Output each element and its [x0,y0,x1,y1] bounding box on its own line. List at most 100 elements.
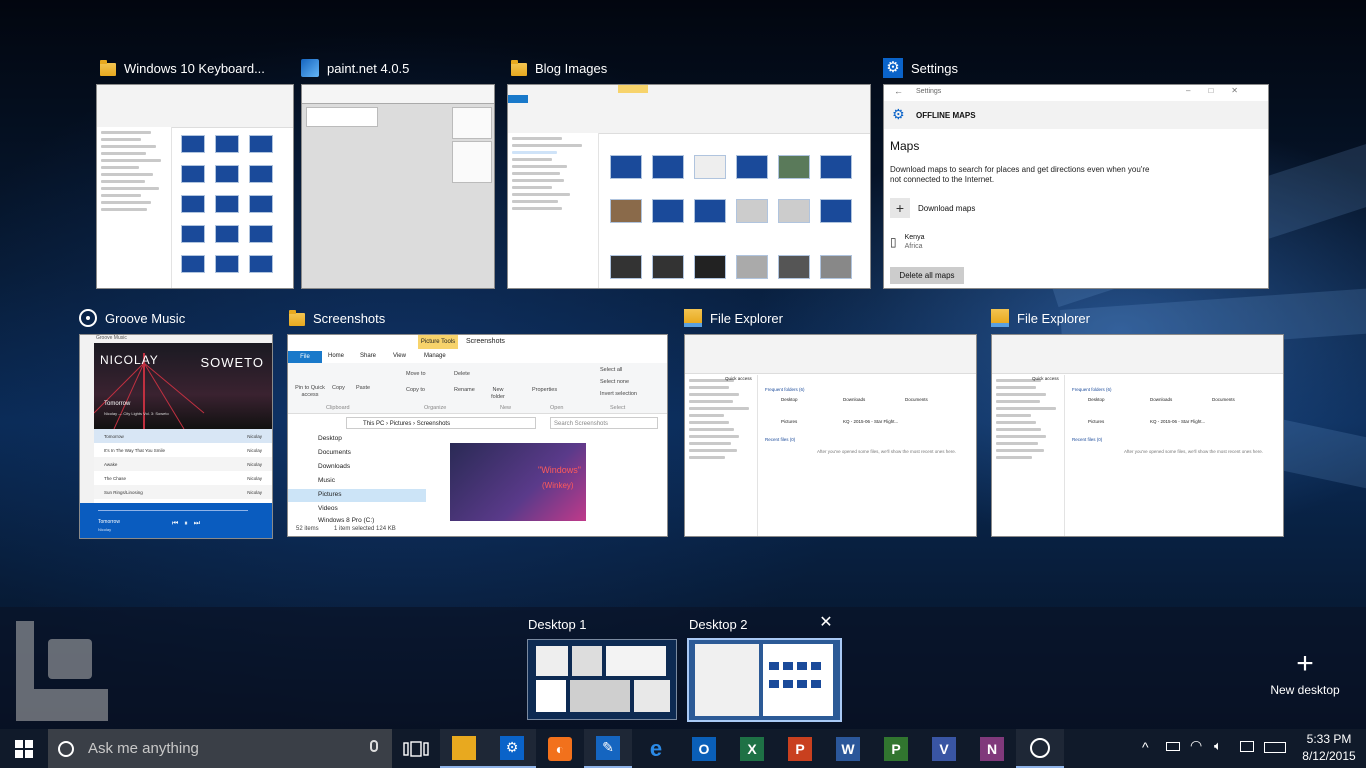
task-view-window-keyboard-folder[interactable]: Windows 10 Keyboard... [96,56,294,289]
copy-button[interactable]: Copy [332,385,345,391]
action-center-icon[interactable] [1240,741,1254,752]
paintnet-taskbar-button[interactable]: ✎ [584,729,632,768]
delete-button[interactable]: Delete [454,371,470,377]
window-thumbnail[interactable] [301,84,495,289]
nav-item-pictures[interactable]: Pictures [318,491,341,498]
start-button[interactable] [0,729,48,768]
battery-icon[interactable] [1166,742,1180,751]
cortana-search-box[interactable]: Ask me anything [48,729,392,768]
folder-desktop[interactable]: Desktop [1088,397,1105,402]
settings-taskbar-button[interactable]: ⚙ [488,729,536,768]
folder-icon [100,59,116,76]
window-title: Groove Music [105,310,186,326]
window-thumbnail[interactable]: Picture Tools Screenshots File Home Shar… [287,334,668,537]
search-placeholder: Ask me anything [88,740,199,757]
firefox-taskbar-button[interactable]: ◐ [536,729,584,768]
move-to-button[interactable]: Move to [406,371,426,377]
nav-item-downloads[interactable]: Downloads [318,463,350,470]
task-view-window-file-explorer-2[interactable]: File Explorer Quick access Frequent fold… [991,306,1284,538]
search-input[interactable]: Search Screenshots [550,417,658,429]
window-thumbnail[interactable]: Quick access Frequent folders (6) Deskto… [991,334,1284,537]
select-none-button[interactable]: Select none [600,379,629,385]
desktop-2-thumbnail[interactable] [687,638,842,722]
folder-desktop[interactable]: Desktop [781,397,798,402]
folder-downloads[interactable]: Downloads [843,397,865,402]
folder-downloads[interactable]: Downloads [1150,397,1172,402]
invert-selection-button[interactable]: Invert selection [600,391,637,397]
select-all-button[interactable]: Select all [600,367,622,373]
onenote-taskbar-button[interactable]: N [968,729,1016,768]
player-controls[interactable]: ⏮⏸⏭ [172,520,206,528]
track-row[interactable]: Awake Nicolay [94,457,272,471]
groove-taskbar-button[interactable] [1016,729,1064,768]
microphone-icon[interactable] [370,740,378,752]
task-view-window-blog-images[interactable]: Blog Images [507,56,871,289]
screenshot-preview[interactable]: "Windows" (Winkey) [450,443,586,521]
keyboard-icon[interactable] [1264,742,1286,753]
clock[interactable]: 5:33 PM 8/12/2015 [1294,732,1364,763]
tab-share[interactable]: Share [360,353,376,359]
volume-icon[interactable]: 🔈︎ [1214,738,1222,754]
track-row[interactable]: Sun Rings/Linosing Nicolay [94,485,272,499]
map-item-kenya[interactable]: ▯ Kenya Africa [890,231,924,253]
tab-manage[interactable]: Manage [424,353,446,359]
window-title: Windows 10 Keyboard... [124,60,265,76]
folder-pictures[interactable]: Pictures [781,419,797,424]
word-taskbar-button[interactable]: W [824,729,872,768]
download-maps-button[interactable]: + Download maps [890,197,975,219]
new-folder-button[interactable]: New folder [488,387,508,401]
task-view-window-screenshots[interactable]: Screenshots Picture Tools Screenshots Fi… [287,306,668,538]
window-thumbnail[interactable]: Quick access Frequent folders (6) Deskto… [684,334,977,537]
player-bar[interactable]: Tomorrow Nicolay ⏮⏸⏭ [80,503,272,538]
tab-home[interactable]: Home [328,353,344,359]
paste-button[interactable]: Paste [356,385,370,391]
plus-icon: + [890,198,910,218]
nav-item-videos[interactable]: Videos [318,505,338,512]
map-icon: ▯ [890,235,897,249]
rename-button[interactable]: Rename [454,387,475,393]
task-view-window-paintnet[interactable]: paint.net 4.0.5 [301,56,495,289]
delete-all-maps-button[interactable]: Delete all maps [890,267,964,284]
address-bar[interactable]: This PC › Pictures › Screenshots [346,417,536,429]
properties-button[interactable]: Properties [532,387,557,393]
copy-to-button[interactable]: Copy to [406,387,425,393]
track-row[interactable]: Tomorrow Nicolay [94,429,272,443]
window-thumbnail[interactable] [507,84,871,289]
task-view-button[interactable] [392,729,440,768]
quick-access-label: Quick access [725,376,752,381]
new-desktop-button[interactable]: + New desktop [1262,649,1348,699]
window-thumbnail[interactable]: Settings ← –□✕ ⚙ OFFLINE MAPS Maps Downl… [883,84,1269,289]
file-explorer-taskbar-button[interactable] [440,729,488,768]
window-thumbnail[interactable] [96,84,294,289]
project-taskbar-button[interactable]: P [872,729,920,768]
window-title-bar: Groove Music [79,306,185,330]
show-hidden-icons-icon[interactable]: ^ [1142,739,1149,755]
player-track-artist: Nicolay [98,527,112,532]
tab-file[interactable]: File [288,351,322,363]
folder-documents[interactable]: Documents [905,397,928,402]
folder-kq[interactable]: KQ - 2015-06 - Star Flight... [1150,419,1205,424]
folder-kq[interactable]: KQ - 2015-06 - Star Flight... [843,419,898,424]
nav-item-documents[interactable]: Documents [318,449,351,456]
nav-item-music[interactable]: Music [318,477,335,484]
task-view-window-groove-music[interactable]: Groove Music Groove Music NICOLAY SOWETO… [79,306,273,539]
paintnet-icon: ✎ [596,735,620,760]
wifi-icon[interactable]: ◠ [1190,737,1202,754]
edge-taskbar-button[interactable]: e [632,729,680,768]
task-view-window-file-explorer-1[interactable]: File Explorer Quick access Frequent fold… [684,306,977,538]
visio-taskbar-button[interactable]: V [920,729,968,768]
folder-documents[interactable]: Documents [1212,397,1235,402]
tab-view[interactable]: View [393,353,406,359]
powerpoint-taskbar-button[interactable]: P [776,729,824,768]
track-row[interactable]: The Chase Nicolay [94,471,272,485]
close-desktop-icon[interactable]: ✕ [818,615,834,631]
desktop-1-thumbnail[interactable] [527,639,677,720]
window-thumbnail[interactable]: Groove Music NICOLAY SOWETO Tomorrow Nic… [79,334,273,539]
folder-pictures[interactable]: Pictures [1088,419,1104,424]
outlook-taskbar-button[interactable]: O [680,729,728,768]
track-row[interactable]: It's In The Way That You Smile Nicolay [94,443,272,457]
nav-item-desktop[interactable]: Desktop [318,435,342,442]
excel-taskbar-button[interactable]: X [728,729,776,768]
pin-button[interactable]: Pin to Quick access [292,385,328,399]
task-view-window-settings[interactable]: ⚙ Settings Settings ← –□✕ ⚙ OFFLINE MAPS… [883,56,1269,289]
